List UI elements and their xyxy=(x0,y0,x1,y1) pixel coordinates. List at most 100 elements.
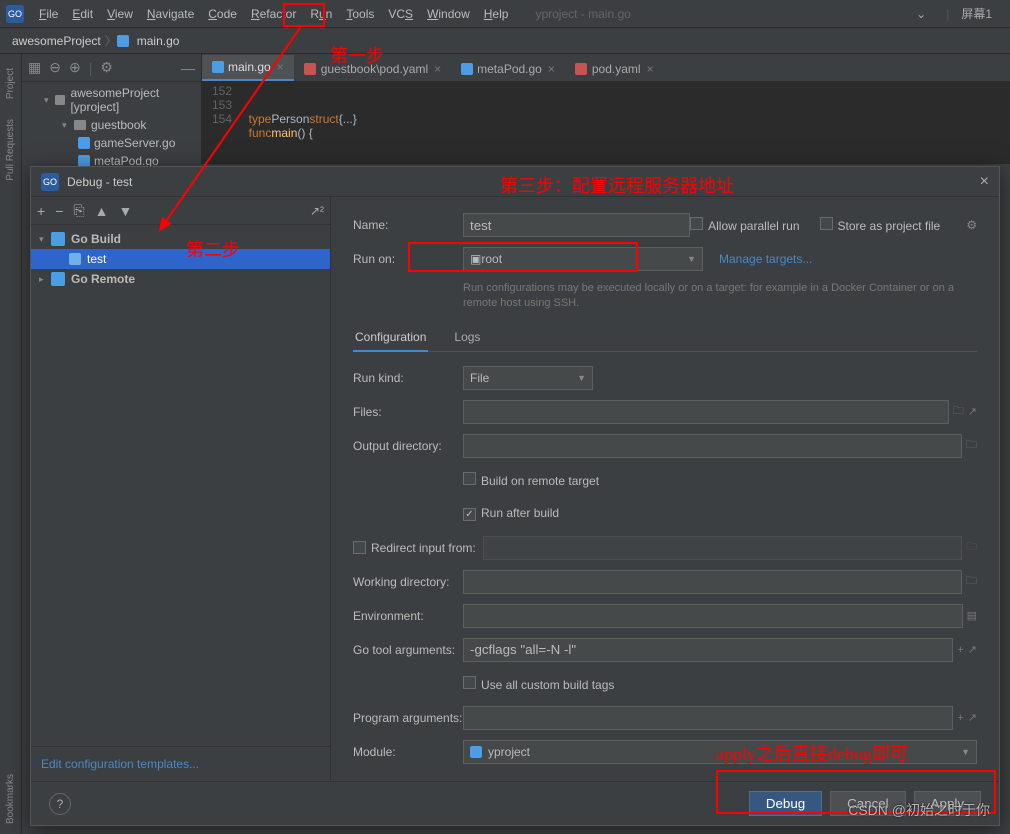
config-group-go-build[interactable]: ▾Go Build xyxy=(31,229,330,249)
expand-icon[interactable]: ↗ xyxy=(968,711,977,724)
code-editor[interactable]: 152 153 154 type Person struct {...} fun… xyxy=(202,82,1010,164)
tree-folder[interactable]: ▾guestbook xyxy=(22,116,201,134)
go-tool-args-label: Go tool arguments: xyxy=(353,643,463,657)
output-dir-input[interactable] xyxy=(463,434,962,458)
folder-icon[interactable]: 🗀 xyxy=(953,402,964,421)
breadcrumb-file[interactable]: main.go xyxy=(133,34,184,48)
output-dir-label: Output directory: xyxy=(353,439,463,453)
run-on-select[interactable]: ▣ root ▼ xyxy=(463,247,703,271)
run-kind-select[interactable]: File▼ xyxy=(463,366,593,390)
run-on-help: Run configurations may be executed local… xyxy=(463,281,977,312)
app-icon: GO xyxy=(41,173,59,191)
tab-pod-yaml[interactable]: guestbook\pod.yaml× xyxy=(294,57,451,81)
config-item-test[interactable]: test xyxy=(31,249,330,269)
custom-tags-checkbox[interactable]: Use all custom build tags xyxy=(463,676,614,692)
environment-input[interactable] xyxy=(463,604,963,628)
menu-file[interactable]: File xyxy=(32,4,65,24)
program-args-label: Program arguments: xyxy=(353,711,463,725)
tab-main-go[interactable]: main.go× xyxy=(202,55,294,81)
config-sidebar: + − ⎘ ▲ ▼ ↗² ▾Go Build test ▸Go Remote E… xyxy=(31,197,331,781)
files-input[interactable] xyxy=(463,400,949,424)
close-icon[interactable]: × xyxy=(647,62,654,76)
name-label: Name: xyxy=(353,218,463,232)
working-dir-input[interactable] xyxy=(463,570,962,594)
apply-button[interactable]: Apply xyxy=(914,791,981,816)
list-icon[interactable]: ▤ xyxy=(967,609,977,622)
menu-tools[interactable]: Tools xyxy=(339,4,381,24)
up-icon[interactable]: ▲ xyxy=(95,203,109,219)
go-tool-args-input[interactable] xyxy=(463,638,953,662)
debug-config-dialog: GO Debug - test × + − ⎘ ▲ ▼ ↗² ▾Go Build… xyxy=(30,166,1000,826)
module-label: Module: xyxy=(353,745,463,759)
run-kind-label: Run kind: xyxy=(353,371,463,385)
chevron-down-icon: ▼ xyxy=(687,254,696,264)
files-label: Files: xyxy=(353,405,463,419)
expand-icon[interactable]: ↗ xyxy=(968,643,977,656)
close-icon[interactable]: × xyxy=(434,62,441,76)
build-remote-checkbox[interactable]: Build on remote target xyxy=(463,472,599,488)
config-group-go-remote[interactable]: ▸Go Remote xyxy=(31,269,330,289)
gear-icon[interactable]: ⚙ xyxy=(966,218,977,232)
cancel-button[interactable]: Cancel xyxy=(830,791,906,816)
vtab-bookmarks[interactable]: Bookmarks xyxy=(5,774,16,824)
tab-configuration[interactable]: Configuration xyxy=(353,324,428,352)
tab-pod2-yaml[interactable]: pod.yaml× xyxy=(565,57,664,81)
help-button[interactable]: ? xyxy=(49,793,71,815)
project-view-icon[interactable]: ▦ xyxy=(28,59,41,76)
expand-icon[interactable]: ⊕ xyxy=(69,59,81,76)
breadcrumb-project[interactable]: awesomeProject xyxy=(8,34,105,48)
go-file-icon xyxy=(117,35,129,47)
allow-parallel-checkbox[interactable]: Allow parallel run xyxy=(690,217,799,233)
store-project-checkbox[interactable]: Store as project file xyxy=(820,217,941,233)
folder-icon[interactable]: 🗀 xyxy=(966,538,977,557)
close-icon[interactable]: × xyxy=(980,173,989,191)
left-tool-strip: Project Pull Requests Bookmarks xyxy=(0,54,22,834)
remove-icon[interactable]: − xyxy=(55,203,63,219)
menu-window[interactable]: Window xyxy=(420,4,477,24)
screen-label: 屏幕1 xyxy=(949,5,1004,22)
breadcrumb: awesomeProject 〉 main.go xyxy=(0,28,1010,54)
run-on-label: Run on: xyxy=(353,252,463,266)
folder-icon[interactable]: 🗀 xyxy=(966,436,977,455)
manage-targets-link[interactable]: Manage targets... xyxy=(719,252,812,266)
redirect-input-checkbox[interactable]: Redirect input from: xyxy=(353,541,483,555)
vtab-project[interactable]: Project xyxy=(5,68,16,99)
tree-root[interactable]: ▾awesomeProject [yproject] xyxy=(22,84,201,116)
debug-button[interactable]: Debug xyxy=(749,791,822,816)
plus-icon[interactable]: + xyxy=(957,712,963,724)
menu-vcs[interactable]: VCS xyxy=(381,4,420,24)
folder-icon[interactable]: 🗀 xyxy=(966,572,977,591)
menu-edit[interactable]: Edit xyxy=(65,4,100,24)
gear-icon[interactable]: ⚙ xyxy=(100,59,113,76)
collapse-icon[interactable]: — xyxy=(181,60,195,76)
plus-icon[interactable]: + xyxy=(957,644,963,656)
close-icon[interactable]: × xyxy=(548,62,555,76)
run-after-checkbox[interactable]: Run after build xyxy=(463,506,559,521)
edit-templates-link[interactable]: Edit configuration templates... xyxy=(41,757,199,771)
expand-icon[interactable]: ↗ xyxy=(968,405,977,418)
vtab-pull-requests[interactable]: Pull Requests xyxy=(5,119,16,181)
program-args-input[interactable] xyxy=(463,706,953,730)
close-icon[interactable]: × xyxy=(277,60,284,74)
tab-logs[interactable]: Logs xyxy=(452,324,482,351)
tree-file-gameserver[interactable]: gameServer.go xyxy=(22,134,201,152)
menu-help[interactable]: Help xyxy=(477,4,516,24)
menu-refactor[interactable]: Refactor xyxy=(244,4,303,24)
module-select[interactable]: yproject▼ xyxy=(463,740,977,764)
copy-icon[interactable]: ⎘ xyxy=(73,202,84,219)
dialog-title: Debug - test xyxy=(67,175,132,189)
menu-code[interactable]: Code xyxy=(201,4,244,24)
menubar: GO File Edit View Navigate Code Refactor… xyxy=(0,0,1010,28)
tab-metapod-go[interactable]: metaPod.go× xyxy=(451,57,565,81)
menu-navigate[interactable]: Navigate xyxy=(140,4,201,24)
editor-area: main.go× guestbook\pod.yaml× metaPod.go×… xyxy=(202,54,1010,164)
app-icon: GO xyxy=(6,5,24,23)
down-icon[interactable]: ▼ xyxy=(118,203,132,219)
name-input[interactable] xyxy=(463,213,690,237)
hide-icon[interactable]: ⊖ xyxy=(49,59,61,76)
chevron-down-icon[interactable]: ⌄ xyxy=(916,7,926,21)
menu-run[interactable]: Run xyxy=(303,4,339,24)
add-icon[interactable]: + xyxy=(37,203,45,219)
menu-view[interactable]: View xyxy=(100,4,140,24)
redirect-input-field[interactable] xyxy=(483,536,962,560)
